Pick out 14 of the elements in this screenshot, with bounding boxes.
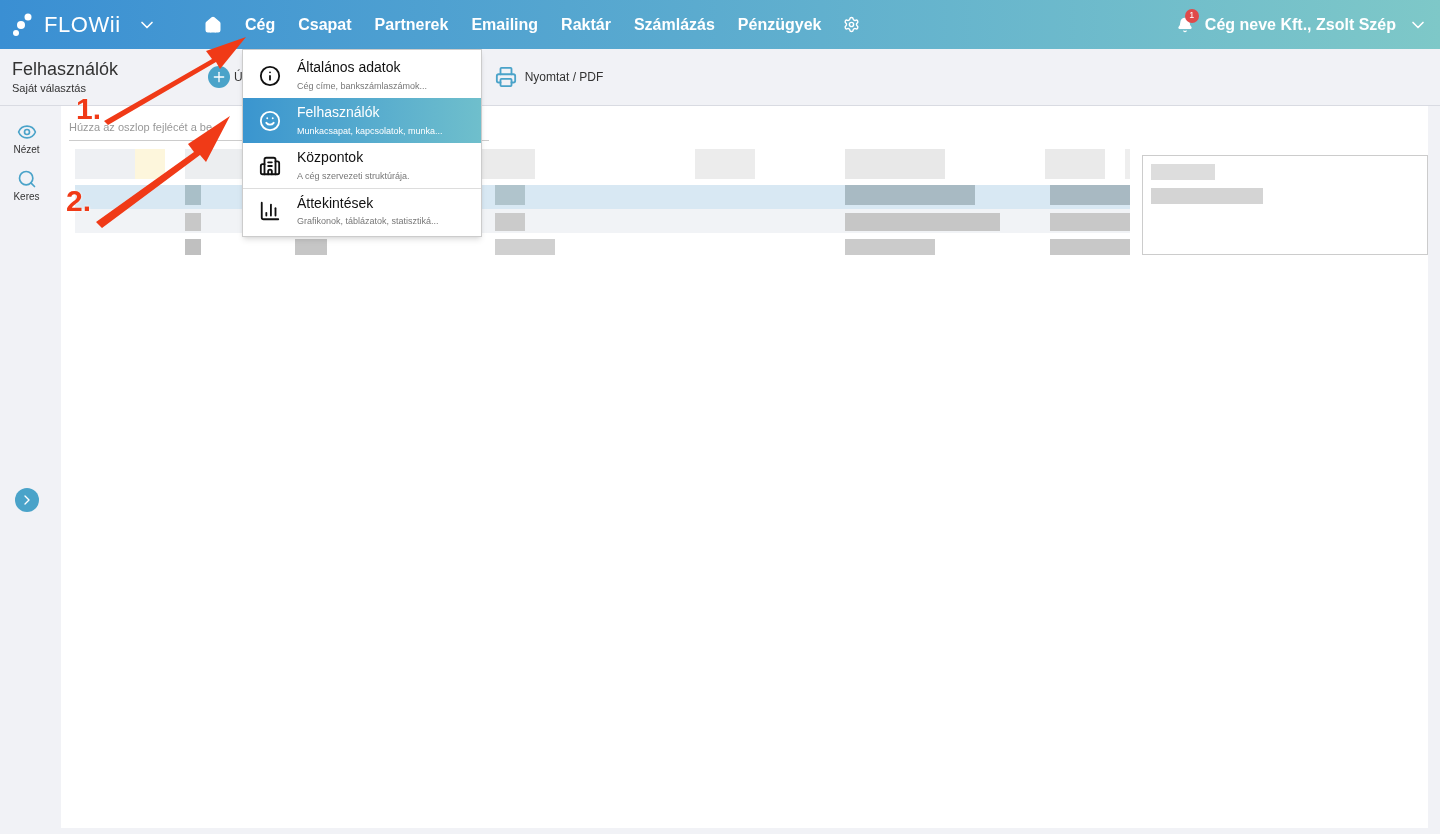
annotation-label: 2. [66, 186, 92, 216]
menu-item-subtitle: Cég címe, bankszámlaszámok... [297, 80, 428, 92]
menu-item-title: Általános adatok [297, 59, 402, 77]
logo-text: FLOWii [44, 11, 121, 39]
menu-item-subtitle: A cég szervezeti struktúrája. [297, 170, 410, 182]
menu-item-title: Felhasználók [297, 104, 381, 122]
menu-item-title: Áttekintések [297, 194, 375, 213]
annotation-label: 1. [76, 94, 102, 124]
menu-item-title: Központok [297, 149, 365, 167]
page-subtitle: Saját választás [12, 81, 87, 96]
menu-item-subtitle: Grafikonok, táblázatok, statisztiká... [297, 216, 439, 228]
page-title: Felhasználók [12, 57, 120, 80]
menu-item-subtitle: Munkacsapat, kapcsolatok, munka... [297, 125, 443, 137]
notification-badge: 1 [1184, 8, 1199, 23]
